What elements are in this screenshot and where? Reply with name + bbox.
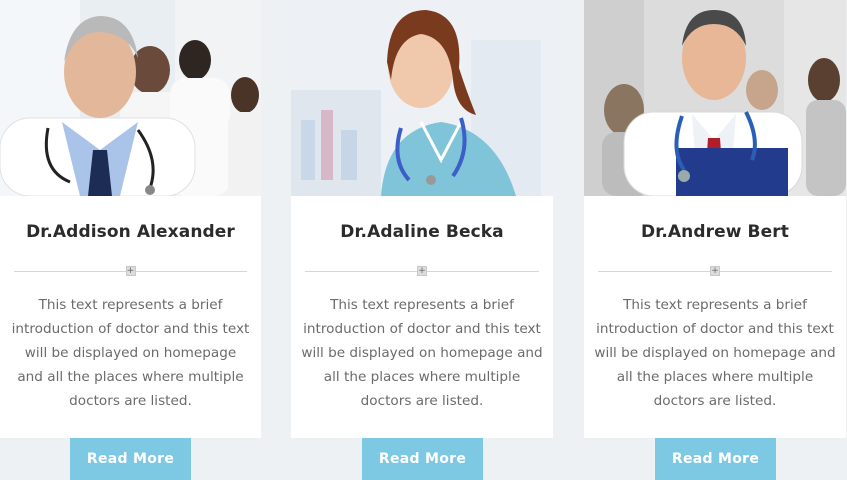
doctor-name[interactable]: Dr.Adaline Becka: [291, 222, 553, 242]
read-more-button[interactable]: Read More: [362, 438, 483, 480]
doctor-card: Dr.Andrew Bert + This text represents a …: [584, 0, 846, 438]
doctor-name[interactable]: Dr.Addison Alexander: [0, 222, 261, 242]
doctor-name[interactable]: Dr.Andrew Bert: [584, 222, 846, 242]
doctor-card: Dr.Adaline Becka + This text represents …: [291, 0, 553, 438]
doctor-bio: This text represents a brief introductio…: [11, 297, 250, 409]
doctors-grid: Dr.Addison Alexander + This text represe…: [0, 0, 847, 480]
plus-icon: +: [417, 266, 427, 276]
read-more-button[interactable]: Read More: [655, 438, 776, 480]
doctor-card: Dr.Addison Alexander + This text represe…: [0, 0, 261, 438]
plus-icon: +: [125, 266, 136, 276]
doctor-photo: [291, 0, 553, 196]
doctor-photo: [584, 0, 846, 196]
read-more-button[interactable]: Read More: [70, 438, 191, 480]
doctor-bio: This text represents a brief introductio…: [594, 297, 836, 409]
plus-icon: +: [710, 266, 720, 276]
doctor-bio: This text represents a brief introductio…: [301, 297, 543, 409]
doctor-photo: [0, 0, 261, 196]
